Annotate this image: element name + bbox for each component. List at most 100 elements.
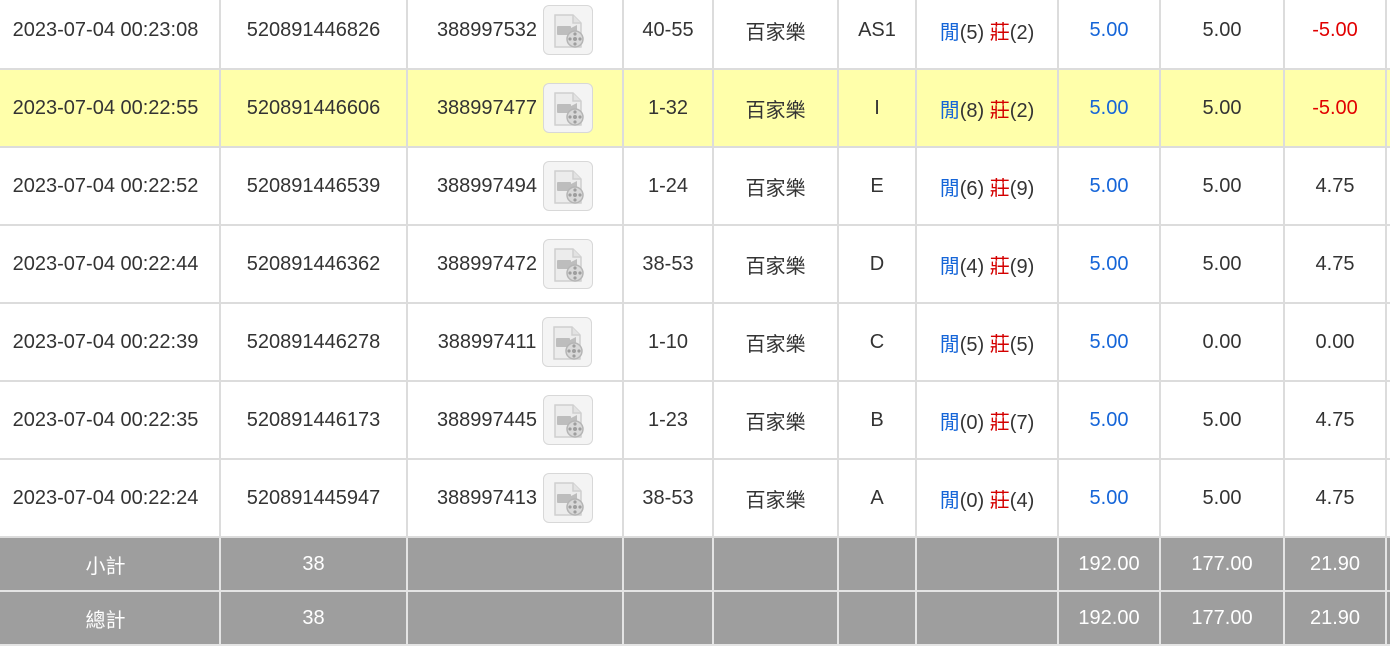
result-cell: 閒(6) 莊(9) bbox=[915, 146, 1059, 226]
summary-empty-cell bbox=[406, 590, 624, 646]
bet-amount-cell: 5.00 bbox=[1057, 224, 1161, 304]
round-number-cell: 388997494 bbox=[406, 146, 624, 226]
valid-bet: 5.00 bbox=[1202, 174, 1242, 197]
bet-number-cell: 520891446362 bbox=[219, 224, 408, 304]
bet-number: 520891446362 bbox=[246, 252, 381, 275]
valid-bet-cell: 5.00 bbox=[1159, 380, 1285, 460]
win-loss: 4.75 bbox=[1315, 486, 1355, 509]
table-number-cell: 1-10 bbox=[622, 302, 714, 382]
result-cell: 閒(5) 莊(5) bbox=[915, 302, 1059, 382]
result-cell: 閒(0) 莊(4) bbox=[915, 458, 1059, 538]
shoe-code: B bbox=[870, 408, 884, 431]
video-replay-icon bbox=[554, 14, 584, 48]
summary-win-cell: 21.90 bbox=[1283, 536, 1387, 592]
banker-label: 莊 bbox=[989, 177, 1010, 200]
win-loss-cell: 4.75 bbox=[1283, 458, 1387, 538]
bet-number-cell: 520891445947 bbox=[219, 458, 408, 538]
summary-empty-cell bbox=[837, 590, 917, 646]
shoe-code: D bbox=[869, 252, 885, 275]
round-number-cell: 388997445 bbox=[406, 380, 624, 460]
round-number-cell: 388997532 bbox=[406, 0, 624, 70]
video-replay-button[interactable] bbox=[543, 473, 594, 523]
shoe-code: AS1 bbox=[858, 18, 896, 41]
round-number: 388997411 bbox=[437, 330, 537, 353]
video-replay-button[interactable] bbox=[543, 239, 594, 289]
edge-cell bbox=[1385, 0, 1390, 70]
game-type-cell: 百家樂 bbox=[712, 458, 839, 538]
game-type-cell: 百家樂 bbox=[712, 0, 839, 70]
player-points: (6) bbox=[959, 177, 985, 200]
banker-label: 莊 bbox=[989, 255, 1010, 278]
game-type: 百家樂 bbox=[745, 99, 806, 122]
bet-time: 2023-07-04 00:22:44 bbox=[12, 252, 199, 275]
result-cell: 閒(0) 莊(7) bbox=[915, 380, 1059, 460]
valid-bet-cell: 5.00 bbox=[1159, 146, 1285, 226]
bet-amount-cell: 5.00 bbox=[1057, 380, 1161, 460]
banker-points: (2) bbox=[1009, 21, 1035, 44]
round-number-cell: 388997413 bbox=[406, 458, 624, 538]
shoe-code: C bbox=[869, 330, 885, 353]
round-number: 388997445 bbox=[436, 408, 538, 431]
player-label: 閒 bbox=[939, 333, 960, 356]
win-loss: -5.00 bbox=[1312, 96, 1358, 119]
player-points: (5) bbox=[959, 333, 985, 356]
shoe-cell: AS1 bbox=[837, 0, 917, 70]
summary-valid: 177.00 bbox=[1191, 552, 1253, 575]
game-type: 百家樂 bbox=[745, 255, 806, 278]
game-type-cell: 百家樂 bbox=[712, 68, 839, 148]
total-row: 總計 38 192.00 177.00 21.90 bbox=[0, 590, 1390, 646]
bet-number: 520891446606 bbox=[246, 96, 381, 119]
video-replay-icon bbox=[554, 248, 584, 282]
shoe-cell: C bbox=[837, 302, 917, 382]
summary-empty-cell bbox=[915, 536, 1059, 592]
shoe-cell: I bbox=[837, 68, 917, 148]
banker-label: 莊 bbox=[989, 489, 1010, 512]
video-replay-button[interactable] bbox=[543, 395, 594, 445]
bet-time-cell: 2023-07-04 00:22:24 bbox=[0, 458, 221, 538]
shoe-code: A bbox=[870, 486, 884, 509]
table-number: 38-53 bbox=[642, 486, 694, 509]
edge-cell bbox=[1385, 224, 1390, 304]
player-points: (8) bbox=[959, 99, 985, 122]
win-loss-cell: -5.00 bbox=[1283, 0, 1387, 70]
summary-valid-cell: 177.00 bbox=[1159, 590, 1285, 646]
shoe-cell: A bbox=[837, 458, 917, 538]
table-number: 1-32 bbox=[647, 96, 689, 119]
win-loss: 4.75 bbox=[1315, 252, 1355, 275]
bet-time: 2023-07-04 00:22:24 bbox=[12, 486, 199, 509]
banker-points: (9) bbox=[1009, 177, 1035, 200]
shoe-cell: D bbox=[837, 224, 917, 304]
player-label: 閒 bbox=[939, 489, 960, 512]
video-replay-button[interactable] bbox=[543, 83, 594, 133]
valid-bet: 5.00 bbox=[1202, 252, 1242, 275]
summary-bet-cell: 192.00 bbox=[1057, 590, 1161, 646]
video-replay-icon bbox=[554, 170, 584, 204]
summary-label-cell: 總計 bbox=[0, 590, 221, 646]
result-cell: 閒(4) 莊(9) bbox=[915, 224, 1059, 304]
game-type: 百家樂 bbox=[745, 177, 806, 200]
bet-number: 520891446173 bbox=[246, 408, 381, 431]
bet-time-cell: 2023-07-04 00:22:39 bbox=[0, 302, 221, 382]
player-label: 閒 bbox=[939, 255, 960, 278]
bet-number: 520891445947 bbox=[246, 486, 381, 509]
bet-number: 520891446826 bbox=[246, 18, 381, 41]
round-number: 388997413 bbox=[436, 486, 538, 509]
win-loss: 4.75 bbox=[1315, 408, 1355, 431]
summary-edge-cell bbox=[1385, 536, 1390, 592]
edge-cell bbox=[1385, 458, 1390, 538]
summary-bet: 192.00 bbox=[1078, 606, 1140, 629]
result-cell: 閒(5) 莊(2) bbox=[915, 0, 1059, 70]
summary-label: 小計 bbox=[85, 555, 126, 578]
video-replay-button[interactable] bbox=[542, 317, 593, 367]
edge-cell bbox=[1385, 68, 1390, 148]
banker-points: (9) bbox=[1009, 255, 1035, 278]
video-replay-icon bbox=[553, 326, 584, 360]
player-label: 閒 bbox=[939, 99, 960, 122]
win-loss-cell: 0.00 bbox=[1283, 302, 1387, 382]
video-replay-button[interactable] bbox=[543, 161, 594, 211]
player-label: 閒 bbox=[939, 21, 960, 44]
video-replay-button[interactable] bbox=[543, 5, 594, 55]
table-row: 2023-07-04 00:23:08 520891446826 3889975… bbox=[0, 0, 1390, 70]
table-row: 2023-07-04 00:22:24 520891445947 3889974… bbox=[0, 458, 1390, 538]
bet-amount: 5.00 bbox=[1089, 486, 1129, 509]
